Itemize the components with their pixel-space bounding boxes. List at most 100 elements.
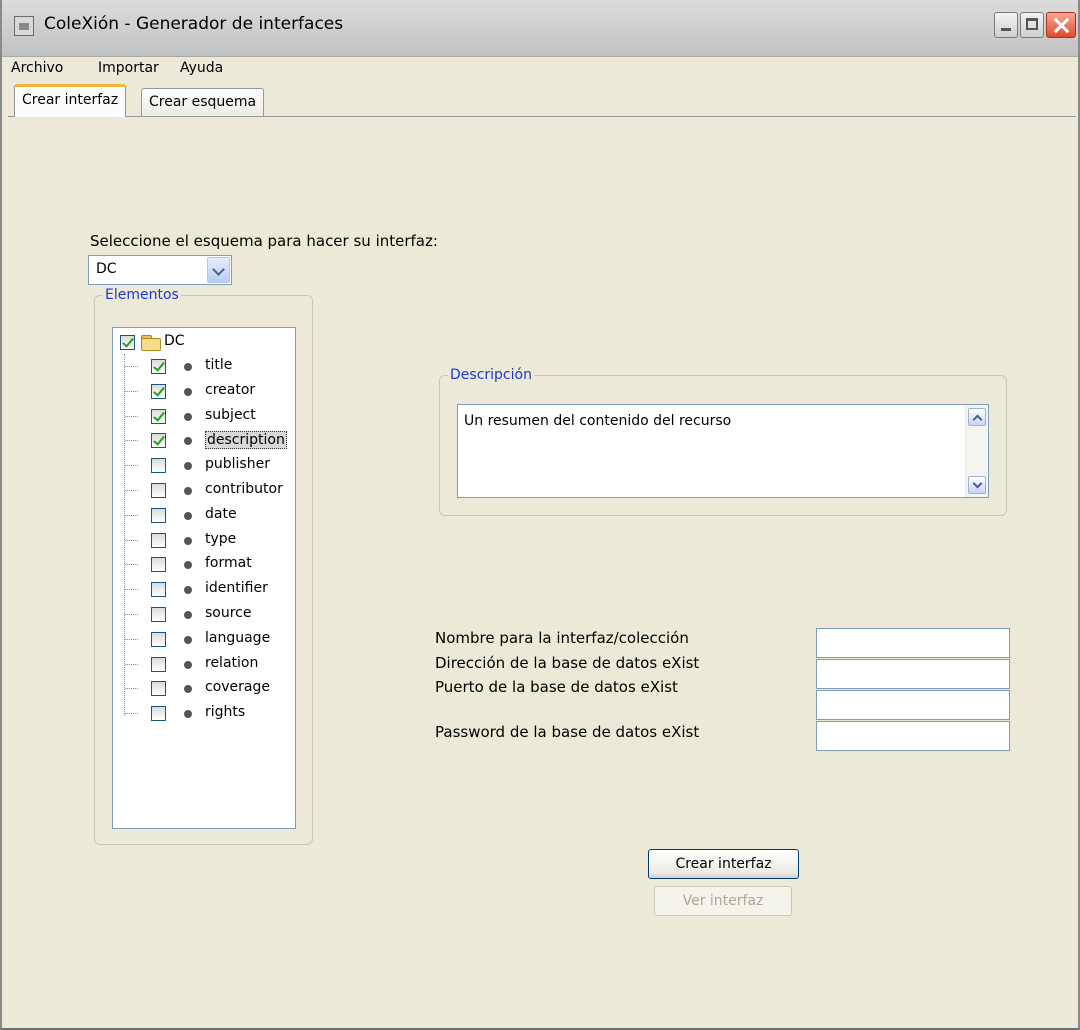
leaf-node-icon	[184, 685, 192, 693]
tree-item-date[interactable]: date	[125, 504, 295, 528]
tree-item-checkbox[interactable]	[151, 657, 166, 672]
java-app-icon	[14, 16, 34, 36]
leaf-node-icon	[184, 636, 192, 644]
tree-item-label: description	[205, 431, 287, 449]
tree-connector	[125, 664, 138, 665]
tree-item-format[interactable]: format	[125, 553, 295, 577]
tree-connector	[125, 639, 138, 640]
tree-item-type[interactable]: type	[125, 529, 295, 553]
leaf-node-icon	[184, 487, 192, 495]
schema-select-value: DC	[96, 261, 117, 277]
tree-item-checkbox[interactable]	[151, 681, 166, 696]
tree-item-checkbox[interactable]	[151, 508, 166, 523]
tree-connector	[125, 440, 138, 441]
leaf-node-icon	[184, 611, 192, 619]
leaf-node-icon	[184, 661, 192, 669]
tree-root-dc[interactable]: DC	[119, 332, 239, 356]
nombre-input[interactable]	[816, 628, 1010, 658]
window-title: ColeXión - Generador de interfaces	[44, 14, 344, 34]
tree-connector	[125, 515, 138, 516]
tree-item-label: publisher	[205, 456, 270, 472]
tree-item-checkbox[interactable]	[151, 533, 166, 548]
description-text: Un resumen del contenido del recurso	[464, 413, 732, 429]
password-input[interactable]	[816, 721, 1010, 751]
crear-interfaz-button[interactable]: Crear interfaz	[648, 849, 799, 879]
tree-item-title[interactable]: title	[125, 355, 295, 379]
tree-item-checkbox[interactable]	[151, 409, 166, 424]
tree-item-subject[interactable]: subject	[125, 405, 295, 429]
tree-item-checkbox[interactable]	[151, 384, 166, 399]
tree-item-source[interactable]: source	[125, 603, 295, 627]
close-button[interactable]	[1046, 12, 1076, 38]
tree-item-checkbox[interactable]	[151, 433, 166, 448]
scroll-up-icon[interactable]	[968, 408, 986, 426]
chevron-down-icon[interactable]	[207, 257, 230, 283]
tree-item-checkbox[interactable]	[151, 607, 166, 622]
field-label-password: Password de la base de datos eXist	[435, 723, 700, 741]
tree-item-checkbox[interactable]	[151, 706, 166, 721]
tree-connector	[125, 589, 138, 590]
tree-item-relation[interactable]: relation	[125, 653, 295, 677]
tree-item-label: contributor	[205, 481, 283, 497]
tree-item-checkbox[interactable]	[151, 557, 166, 572]
direccion-input[interactable]	[816, 659, 1010, 689]
leaf-node-icon	[184, 388, 192, 396]
tree-item-label: language	[205, 630, 271, 646]
tree-item-contributor[interactable]: contributor	[125, 479, 295, 503]
leaf-node-icon	[184, 462, 192, 470]
field-label-direccion: Dirección de la base de datos eXist	[435, 654, 700, 672]
tab-bar: Crear interfaz Crear esquema	[2, 84, 1078, 117]
menu-archivo[interactable]: Archivo	[11, 60, 63, 76]
maximize-button[interactable]	[1020, 12, 1044, 38]
leaf-node-icon	[184, 437, 192, 445]
tab-crear-interfaz[interactable]: Crear interfaz	[14, 84, 127, 117]
tree-connector	[125, 688, 138, 689]
tree-item-checkbox[interactable]	[151, 359, 166, 374]
tree-item-publisher[interactable]: publisher	[125, 454, 295, 478]
menu-importar[interactable]: Importar	[98, 60, 159, 76]
tree-item-label: source	[205, 605, 252, 621]
schema-select-label: Seleccione el esquema para hacer su inte…	[90, 232, 438, 250]
tree-item-checkbox[interactable]	[151, 483, 166, 498]
tree-connector	[125, 490, 138, 491]
menu-bar: Archivo Importar Ayuda	[2, 57, 1078, 81]
menu-ayuda[interactable]: Ayuda	[180, 60, 223, 76]
tree-connector	[125, 465, 138, 466]
tree-item-checkbox[interactable]	[151, 632, 166, 647]
leaf-node-icon	[184, 710, 192, 718]
tree-connector	[125, 713, 138, 714]
tab-panel-border	[8, 116, 1076, 117]
tree-connector	[125, 416, 138, 417]
scroll-down-icon[interactable]	[968, 476, 986, 494]
description-scrollbar[interactable]	[965, 405, 988, 497]
description-textarea[interactable]: Un resumen del contenido del recurso	[457, 404, 989, 498]
schema-select[interactable]: DC	[88, 255, 232, 285]
tree-connector	[125, 366, 138, 367]
ver-interfaz-button[interactable]: Ver interfaz	[654, 886, 792, 916]
tree-root-checkbox[interactable]	[120, 335, 135, 350]
tree-item-description[interactable]: description	[125, 429, 295, 453]
leaf-node-icon	[184, 363, 192, 371]
tree-item-label: date	[205, 506, 237, 522]
tree-item-checkbox[interactable]	[151, 582, 166, 597]
tree-item-coverage[interactable]: coverage	[125, 677, 295, 701]
tab-crear-esquema[interactable]: Crear esquema	[141, 88, 265, 116]
field-label-puerto: Puerto de la base de datos eXist	[435, 678, 678, 696]
tree-item-language[interactable]: language	[125, 628, 295, 652]
leaf-node-icon	[184, 413, 192, 421]
tree-connector	[125, 540, 138, 541]
puerto-input[interactable]	[816, 690, 1010, 720]
tree-item-creator[interactable]: creator	[125, 380, 295, 404]
minimize-button[interactable]	[994, 12, 1018, 38]
tree-item-label: rights	[205, 704, 246, 720]
elements-legend: Elementos	[105, 287, 179, 303]
folder-icon	[141, 335, 161, 351]
tree-connector	[125, 564, 138, 565]
tree-root-label: DC	[164, 333, 185, 349]
tree-item-label: format	[205, 555, 252, 571]
tree-item-identifier[interactable]: identifier	[125, 578, 295, 602]
tree-item-checkbox[interactable]	[151, 458, 166, 473]
tree-item-label: subject	[205, 407, 256, 423]
tree-item-rights[interactable]: rights	[125, 702, 295, 726]
tree-connector	[125, 391, 138, 392]
